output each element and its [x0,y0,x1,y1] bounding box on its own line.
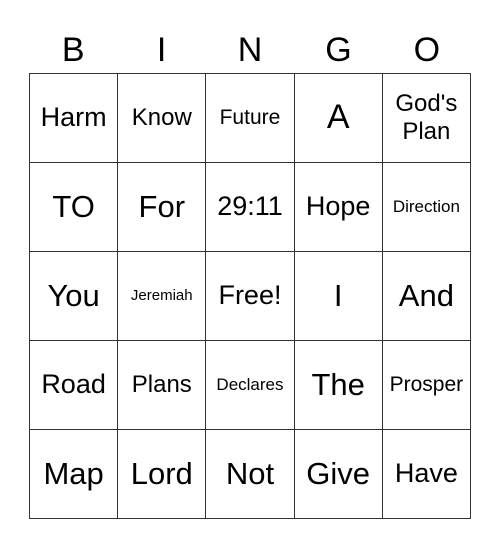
bingo-cell-text: A [326,98,350,137]
bingo-cell-text: 29:11 [217,191,283,222]
bingo-cell-text: I [333,278,343,314]
bingo-cell-text: Not [225,456,275,492]
bingo-cell-text: And [398,278,454,314]
bingo-cell-text: Map [43,456,104,492]
bingo-grid: Harm Know Future A God's Plan TO For 29:11 Hope D… [28,73,472,519]
bingo-cell[interactable]: And [381,251,472,341]
header-letter-i: I [156,31,167,69]
bingo-cell[interactable]: Give [293,429,383,519]
bingo-cell[interactable]: Harm [28,73,119,163]
bingo-cell[interactable]: For [117,162,207,252]
bingo-row: Harm Know Future A God's Plan [28,73,472,163]
bingo-cell[interactable]: Road [28,340,119,430]
bingo-cell[interactable]: I [293,251,383,341]
bingo-cell[interactable]: Map [28,429,119,519]
bingo-cell-text: You [47,278,100,314]
bingo-cell-text: Prosper [389,372,464,396]
bingo-cell[interactable]: A [293,73,383,163]
bingo-cell[interactable]: Know [117,73,207,163]
bingo-cell-text: Road [41,369,106,400]
bingo-cell-text: Jeremiah [130,287,193,305]
bingo-cell-text: For [138,189,186,225]
bingo-cell[interactable]: TO [28,162,119,252]
bingo-cell-text: Know [131,104,192,132]
bingo-cell[interactable]: The [293,340,383,430]
bingo-cell-text: Lord [130,456,193,492]
bingo-row: TO For 29:11 Hope Direction [28,162,472,252]
bingo-cell-text: Give [306,456,371,492]
header-letter-g: G [325,31,352,69]
bingo-cell[interactable]: Have [381,429,472,519]
bingo-cell-text: God's Plan [395,90,458,145]
bingo-cell[interactable]: Free! [205,251,295,341]
header-letter-b: B [61,31,85,69]
bingo-cell-text: Declares [216,375,284,395]
bingo-cell[interactable]: Prosper [381,340,472,430]
bingo-row: Map Lord Not Give Have [28,429,472,519]
bingo-cell[interactable]: Future [205,73,295,163]
bingo-row: Road Plans Declares The Prosper [28,340,472,430]
bingo-cell[interactable]: God's Plan [381,73,472,163]
bingo-cell[interactable]: Hope [293,162,383,252]
bingo-cell[interactable]: Declares [205,340,295,430]
bingo-header: B I N G O [29,28,471,72]
bingo-cell-text: Free! [218,280,282,311]
bingo-row: You Jeremiah Free! I And [28,251,472,341]
bingo-cell[interactable]: Direction [381,162,472,252]
bingo-cell-text: Hope [305,191,371,222]
bingo-cell[interactable]: You [28,251,119,341]
bingo-cell-text: Direction [392,197,460,217]
bingo-cell[interactable]: 29:11 [205,162,295,252]
header-letter-o: O [413,31,441,69]
bingo-cell-text: Harm [40,102,107,133]
bingo-cell-text: The [311,367,365,403]
bingo-cell-text: Future [219,105,281,129]
bingo-cell[interactable]: Plans [117,340,207,430]
header-letter-n: N [237,31,263,69]
bingo-cell[interactable]: Jeremiah [117,251,207,341]
bingo-cell[interactable]: Lord [117,429,207,519]
bingo-cell-text: TO [52,189,95,225]
bingo-cell[interactable]: Not [205,429,295,519]
bingo-cell-text: Have [394,458,458,489]
bingo-cell-text: Plans [131,371,192,399]
